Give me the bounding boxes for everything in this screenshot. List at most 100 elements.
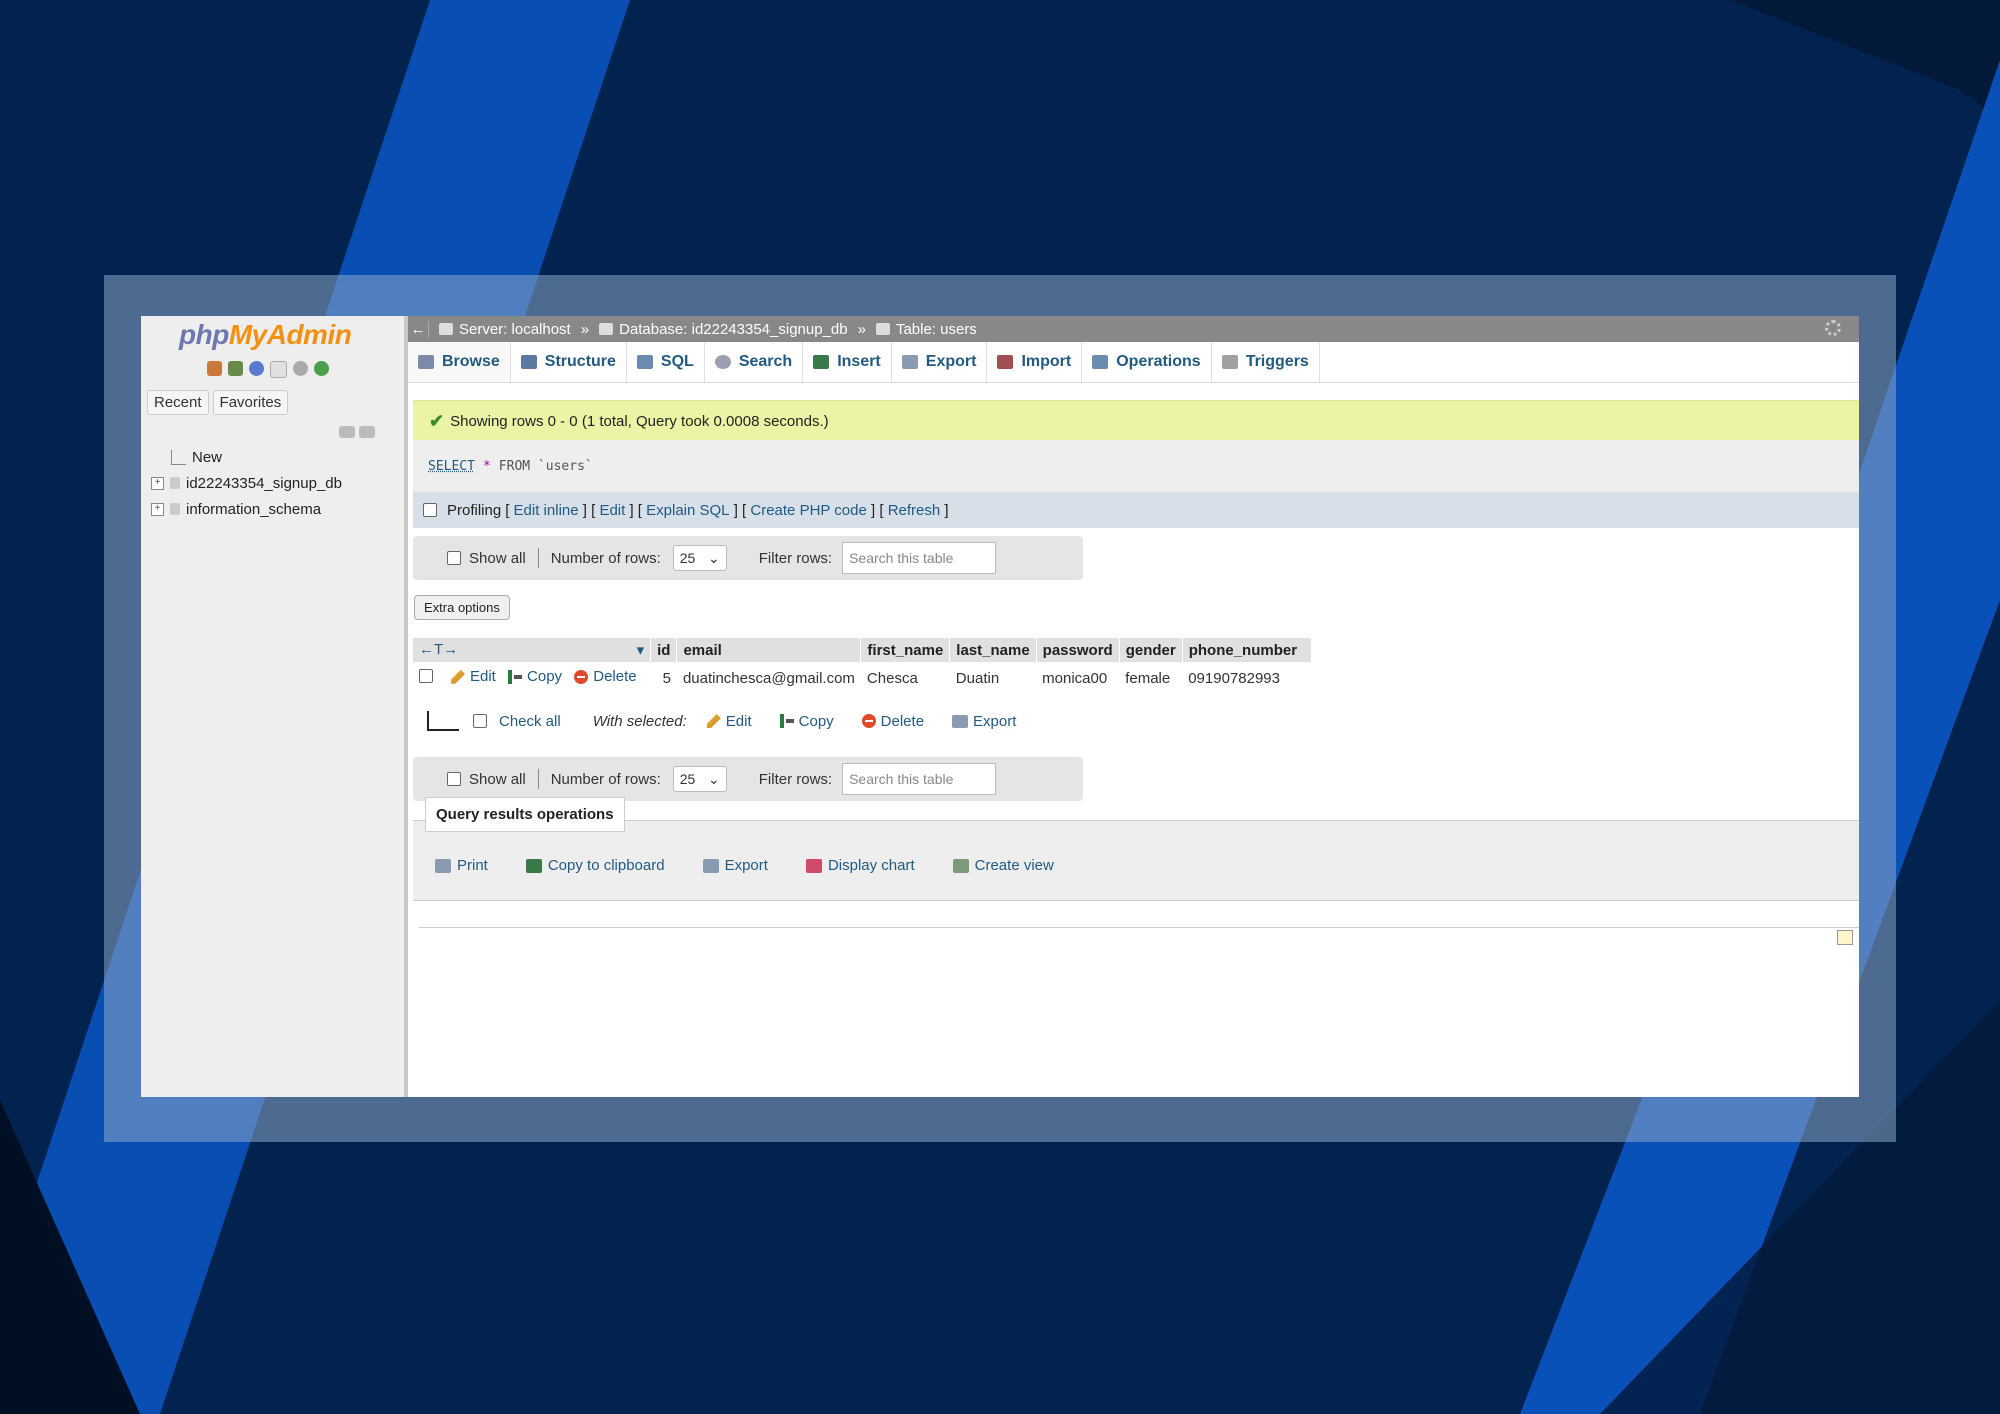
success-text: Showing rows 0 - 0 (1 total, Query took … (450, 412, 829, 430)
breadcrumb-table-label: Table: users (895, 320, 977, 338)
column-header[interactable]: phone_number (1182, 638, 1313, 662)
chevron-down-icon: ⌄ (708, 549, 720, 566)
copy-to-clipboard-button[interactable]: Copy to clipboard (516, 853, 675, 878)
row-checkbox[interactable] (419, 669, 433, 683)
tab-triggers[interactable]: Triggers (1212, 342, 1320, 382)
check-all-label[interactable]: Check all (499, 713, 561, 730)
expand-icon[interactable]: + (151, 502, 164, 516)
show-all-checkbox[interactable] (447, 551, 461, 565)
collapse-all-icon[interactable] (339, 426, 355, 438)
row-copy-button[interactable]: Copy (508, 668, 562, 685)
tab-label: Import (1021, 353, 1072, 370)
column-header[interactable]: password (1036, 638, 1120, 662)
tab-browse[interactable]: Browse (408, 342, 511, 382)
bulk-copy-button[interactable]: Copy (779, 713, 834, 730)
table-cell[interactable]: duatinchesca@gmail.com (677, 662, 861, 694)
tab-favorites[interactable]: Favorites (212, 390, 289, 415)
edit-link[interactable]: Edit (599, 502, 625, 519)
breadcrumb-separator: » (580, 320, 590, 338)
export-icon (702, 858, 719, 873)
tree-item-label: New (192, 448, 223, 466)
navigation-bar-top: Show all Number of rows: 25 ⌄ Filter rows… (413, 536, 1083, 580)
explain-sql-link[interactable]: Explain SQL (646, 502, 729, 519)
column-sort-arrows[interactable]: ←T→ ▾ (413, 638, 652, 662)
gear-icon[interactable] (1825, 320, 1841, 336)
query-results-operations: Query results operations Print Copy to c… (413, 797, 1859, 901)
reload-icon[interactable] (314, 361, 329, 376)
column-header[interactable]: email (676, 638, 862, 662)
delete-icon (574, 669, 589, 684)
bulk-edit-button[interactable]: Edit (706, 713, 752, 730)
sort-triangle-icon[interactable]: ▾ (637, 641, 645, 659)
logo-php: php (179, 319, 229, 350)
number-of-rows-label: Number of rows: (550, 770, 661, 788)
bulk-export-button[interactable]: Export (952, 713, 1016, 730)
print-icon (435, 858, 451, 873)
row-delete-button[interactable]: Delete (574, 668, 637, 685)
link-with-main-icon[interactable] (359, 426, 375, 438)
table-cell[interactable]: 09190782993 (1182, 662, 1311, 694)
tab-search[interactable]: Search (705, 342, 804, 382)
collapse-sidebar-button[interactable]: ← (408, 320, 429, 338)
column-header[interactable]: last_name (949, 638, 1037, 662)
filter-rows-input[interactable]: Search this table (842, 763, 997, 795)
display-chart-button[interactable]: Display chart (796, 853, 925, 878)
column-header[interactable]: first_name (860, 638, 951, 662)
sql-keyword[interactable]: SELECT (428, 459, 475, 474)
query-results-items: Print Copy to clipboard Export Display c… (425, 853, 1064, 878)
breadcrumb-database[interactable]: Database: id22243354_signup_db (599, 321, 848, 338)
tab-structure[interactable]: Structure (511, 342, 627, 382)
breadcrumb-table[interactable]: Table: users (875, 320, 977, 338)
column-header[interactable]: id (650, 638, 678, 662)
tab-operations[interactable]: Operations (1082, 342, 1212, 382)
breadcrumb-server[interactable]: Server: localhost (439, 321, 571, 338)
tree-item-information-schema[interactable]: + information_schema (151, 496, 342, 522)
check-all-checkbox[interactable] (473, 714, 487, 728)
settings-icon[interactable] (293, 361, 308, 376)
create-php-code-link[interactable]: Create PHP code (750, 502, 866, 519)
triggers-icon (1221, 355, 1238, 369)
tab-recent[interactable]: Recent (147, 390, 209, 415)
tab-insert[interactable]: Insert (803, 342, 892, 382)
table-row: Edit Copy Delete 5 duatinchesca@gmail.co… (413, 662, 1312, 694)
export-button[interactable]: Export (693, 853, 778, 878)
profiling-checkbox[interactable] (423, 503, 437, 517)
extra-options-button[interactable]: Extra options (414, 595, 510, 620)
table-cell[interactable]: 5 (651, 662, 677, 694)
tab-export[interactable]: Export (892, 342, 988, 382)
chart-icon (805, 858, 822, 873)
database-icon (170, 477, 180, 489)
print-button[interactable]: Print (425, 853, 498, 878)
refresh-link[interactable]: Refresh (888, 502, 941, 519)
row-edit-button[interactable]: Edit (451, 668, 496, 685)
browse-icon (418, 355, 434, 369)
server-icon (439, 323, 453, 335)
table-cell[interactable]: female (1119, 662, 1182, 694)
rows-select[interactable]: 25 ⌄ (672, 545, 727, 571)
logout-icon[interactable] (228, 361, 243, 376)
results-table: ←T→ ▾ id email first_name last_name passw… (413, 638, 1313, 694)
table-cell[interactable]: monica00 (1036, 662, 1119, 694)
filter-rows-input[interactable]: Search this table (842, 542, 997, 574)
column-header[interactable]: gender (1119, 638, 1183, 662)
tree-item-new[interactable]: New (151, 444, 342, 470)
home-icon[interactable] (207, 361, 222, 376)
console-toggle-icon[interactable] (1837, 930, 1853, 945)
expand-icon[interactable]: + (151, 476, 164, 490)
tab-import[interactable]: Import (987, 342, 1083, 382)
table-cell[interactable]: Chesca (861, 662, 950, 694)
rows-select[interactable]: 25 ⌄ (672, 766, 727, 792)
tree-item-signup-db[interactable]: + id22243354_signup_db (151, 470, 342, 496)
show-all-checkbox[interactable] (447, 772, 461, 786)
pencil-icon (706, 714, 721, 728)
tab-sql[interactable]: SQL (627, 342, 705, 382)
help-icon[interactable] (249, 361, 264, 376)
phpmyadmin-logo[interactable]: phpMyAdmin (179, 319, 352, 351)
bulk-delete-button[interactable]: Delete (861, 713, 924, 730)
create-view-button[interactable]: Create view (943, 853, 1064, 878)
wrench-icon (1092, 355, 1109, 369)
table-cell[interactable]: Duatin (950, 662, 1036, 694)
docs-icon[interactable] (270, 361, 287, 378)
main-tabs: Browse Structure SQL Search Insert Expor… (408, 342, 1859, 383)
edit-inline-link[interactable]: Edit inline (514, 502, 579, 519)
